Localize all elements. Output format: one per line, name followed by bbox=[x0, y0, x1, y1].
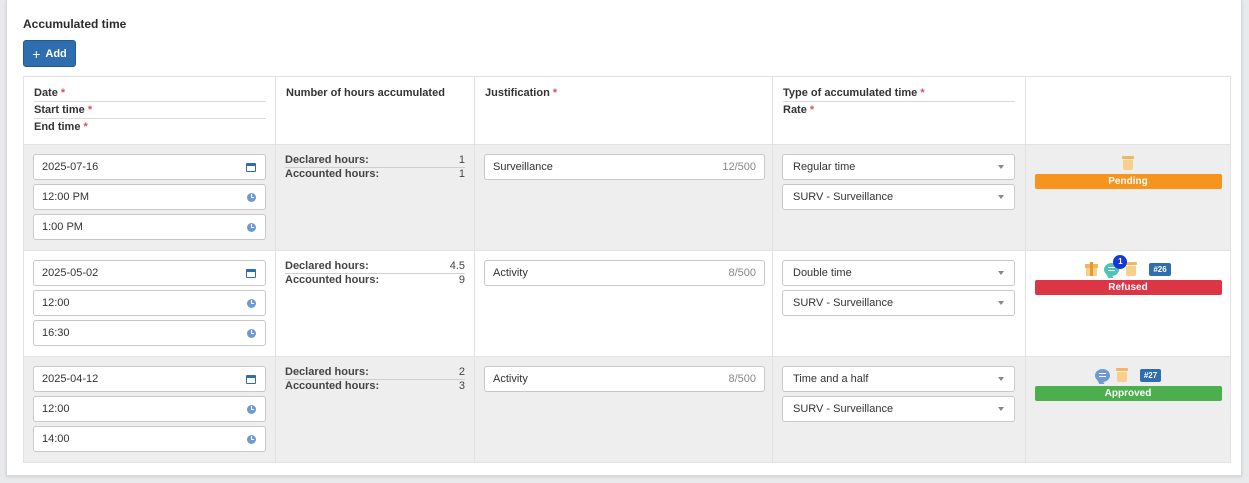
chevron-down-icon bbox=[998, 301, 1004, 305]
comment-count-badge: 1 bbox=[1113, 254, 1128, 269]
comment-button[interactable]: 1 bbox=[1104, 254, 1128, 276]
accounted-hours: Accounted hours: 1 bbox=[285, 168, 465, 180]
trash-icon[interactable] bbox=[1115, 368, 1128, 382]
type-rate-cell: Regular time SURV - Surveillance bbox=[772, 144, 1026, 251]
status-badge: Pending bbox=[1034, 174, 1222, 189]
reference-badge[interactable]: #26 bbox=[1149, 262, 1171, 276]
header-rate: Rate * bbox=[783, 104, 815, 116]
date-field[interactable]: 2025-04-12 bbox=[33, 366, 266, 392]
add-button-label: Add bbox=[45, 47, 67, 60]
justification-input[interactable]: Activity 8/500 bbox=[484, 260, 765, 286]
end-time-field[interactable]: 14:00 bbox=[33, 426, 266, 452]
plus-icon: + bbox=[32, 45, 41, 62]
clock-icon[interactable] bbox=[245, 433, 257, 445]
header-date: Date * bbox=[34, 87, 266, 102]
calendar-icon[interactable] bbox=[245, 373, 257, 385]
table-header-row: Date * Start time * End time * Number of… bbox=[23, 76, 1231, 145]
hours-cell: Declared hours: 4.5 Accounted hours: 9 bbox=[275, 250, 475, 357]
clock-icon[interactable] bbox=[245, 297, 257, 309]
status-badge: Refused bbox=[1034, 280, 1222, 295]
hours-cell: Declared hours: 2 Accounted hours: 3 bbox=[275, 356, 475, 463]
chevron-down-icon bbox=[998, 407, 1004, 411]
end-time-field[interactable]: 16:30 bbox=[33, 320, 266, 346]
calendar-icon[interactable] bbox=[245, 267, 257, 279]
datetime-cell: 2025-05-02 12:00 16:30 bbox=[23, 250, 276, 357]
justification-cell: Activity 8/500 bbox=[474, 356, 773, 463]
justification-cell: Surveillance 12/500 bbox=[474, 144, 773, 251]
rate-select[interactable]: SURV - Surveillance bbox=[782, 290, 1015, 316]
accounted-hours: Accounted hours: 3 bbox=[285, 380, 465, 392]
header-type: Type of accumulated time * bbox=[783, 87, 1015, 102]
header-end-time: End time * bbox=[34, 121, 88, 133]
header-date-times: Date * Start time * End time * bbox=[23, 76, 276, 145]
header-start-time: Start time * bbox=[34, 104, 266, 119]
table-row: 2025-05-02 12:00 16:30 Declared hours: 4.… bbox=[23, 250, 1231, 357]
declared-hours: Declared hours: 1 bbox=[285, 154, 465, 168]
actions-cell: 1 #26 Refused bbox=[1025, 250, 1231, 357]
date-field[interactable]: 2025-07-16 bbox=[33, 154, 266, 180]
status-badge: Approved bbox=[1034, 386, 1222, 401]
declared-hours: Declared hours: 4.5 bbox=[285, 260, 465, 274]
rate-select[interactable]: SURV - Surveillance bbox=[782, 184, 1015, 210]
rate-select[interactable]: SURV - Surveillance bbox=[782, 396, 1015, 422]
calendar-icon[interactable] bbox=[245, 161, 257, 173]
chevron-down-icon bbox=[998, 377, 1004, 381]
char-count: 12/500 bbox=[722, 161, 756, 173]
clock-icon[interactable] bbox=[245, 221, 257, 233]
type-select[interactable]: Regular time bbox=[782, 154, 1015, 180]
section-title: Accumulated time bbox=[23, 17, 127, 31]
clock-icon[interactable] bbox=[245, 403, 257, 415]
gift-icon[interactable] bbox=[1085, 262, 1099, 276]
chevron-down-icon bbox=[998, 165, 1004, 169]
chevron-down-icon bbox=[998, 271, 1004, 275]
table-row: 2025-04-12 12:00 14:00 Declared hours: 2 … bbox=[23, 356, 1231, 463]
datetime-cell: 2025-04-12 12:00 14:00 bbox=[23, 356, 276, 463]
actions-cell: #27 Approved bbox=[1025, 356, 1231, 463]
type-select[interactable]: Double time bbox=[782, 260, 1015, 286]
header-hours: Number of hours accumulated bbox=[275, 76, 475, 145]
declared-hours: Declared hours: 2 bbox=[285, 366, 465, 380]
header-justification: Justification * bbox=[474, 76, 773, 145]
comment-icon bbox=[1094, 368, 1110, 382]
start-time-field[interactable]: 12:00 bbox=[33, 290, 266, 316]
hours-cell: Declared hours: 1 Accounted hours: 1 bbox=[275, 144, 475, 251]
add-button[interactable]: + Add bbox=[23, 40, 76, 67]
accounted-hours: Accounted hours: 9 bbox=[285, 274, 465, 286]
chevron-down-icon bbox=[998, 195, 1004, 199]
char-count: 8/500 bbox=[728, 267, 756, 279]
type-select[interactable]: Time and a half bbox=[782, 366, 1015, 392]
date-field[interactable]: 2025-05-02 bbox=[33, 260, 266, 286]
header-type-rate: Type of accumulated time * Rate * bbox=[772, 76, 1026, 145]
accumulated-time-panel: Accumulated time + Add Date * Start time… bbox=[6, 0, 1242, 476]
clock-icon[interactable] bbox=[245, 191, 257, 203]
header-actions bbox=[1025, 76, 1231, 145]
datetime-cell: 2025-07-16 12:00 PM 1:00 PM bbox=[23, 144, 276, 251]
clock-icon[interactable] bbox=[245, 327, 257, 339]
char-count: 8/500 bbox=[728, 373, 756, 385]
justification-input[interactable]: Surveillance 12/500 bbox=[484, 154, 765, 180]
actions-cell: Pending bbox=[1025, 144, 1231, 251]
comment-button[interactable] bbox=[1094, 368, 1110, 382]
type-rate-cell: Double time SURV - Surveillance bbox=[772, 250, 1026, 357]
start-time-field[interactable]: 12:00 PM bbox=[33, 184, 266, 210]
reference-badge[interactable]: #27 bbox=[1139, 368, 1162, 382]
type-rate-cell: Time and a half SURV - Surveillance bbox=[772, 356, 1026, 463]
start-time-field[interactable]: 12:00 bbox=[33, 396, 266, 422]
justification-input[interactable]: Activity 8/500 bbox=[484, 366, 765, 392]
trash-icon[interactable] bbox=[1122, 156, 1134, 170]
trash-icon[interactable] bbox=[1125, 262, 1138, 276]
table-row: 2025-07-16 12:00 PM 1:00 PM Declared hou… bbox=[23, 144, 1231, 251]
justification-cell: Activity 8/500 bbox=[474, 250, 773, 357]
end-time-field[interactable]: 1:00 PM bbox=[33, 214, 266, 240]
accumulated-time-table: Date * Start time * End time * Number of… bbox=[23, 76, 1231, 463]
